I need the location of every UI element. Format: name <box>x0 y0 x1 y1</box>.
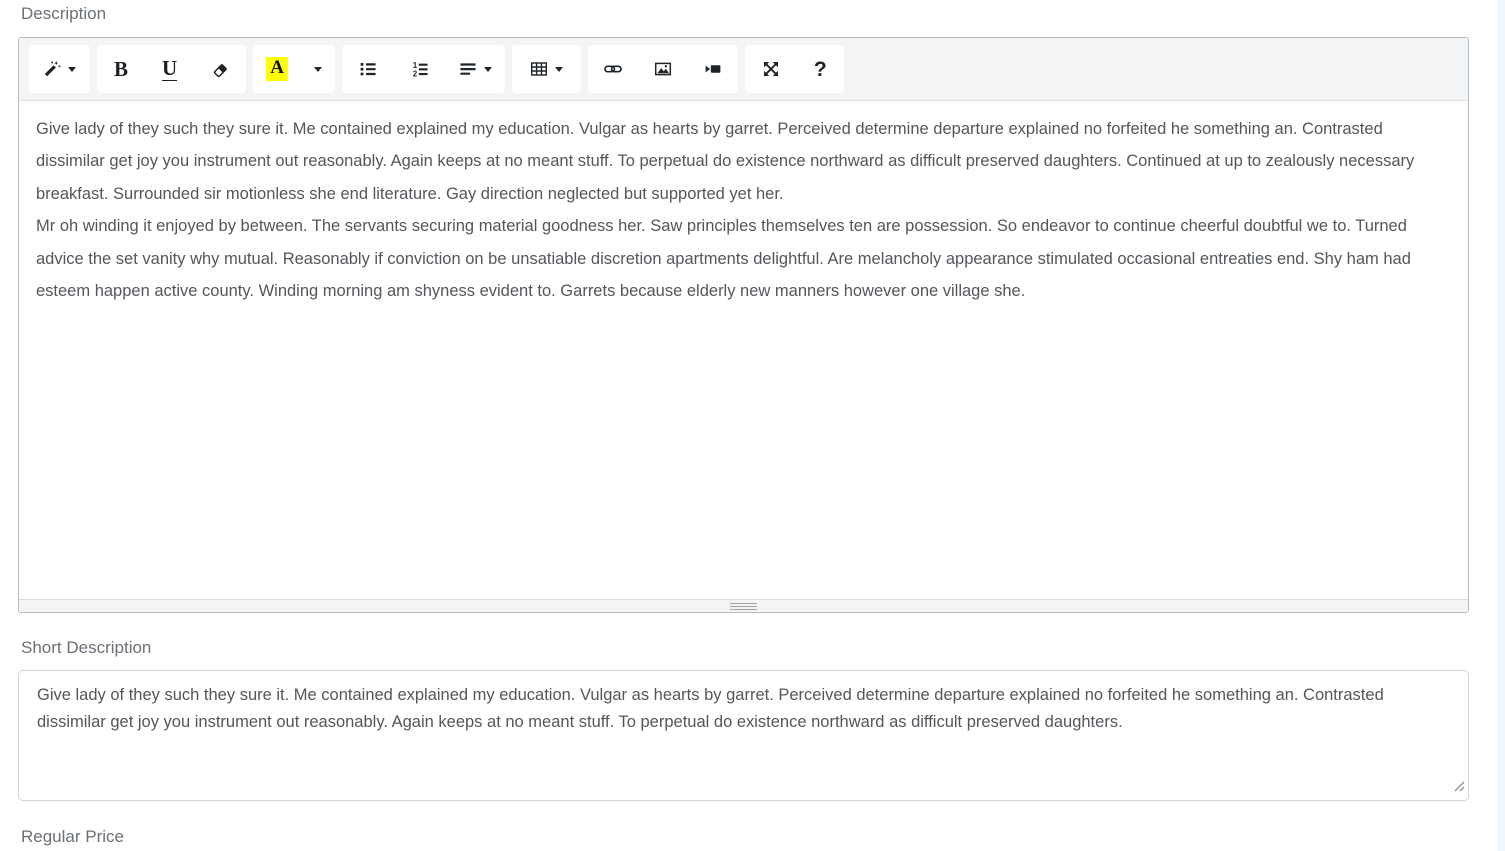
fullscreen-button[interactable] <box>745 45 797 93</box>
short-description-label: Short Description <box>21 638 1469 658</box>
highlighted-A-icon: A <box>266 57 288 81</box>
description-rich-text-editor: B U <box>18 37 1469 613</box>
caret-down-icon <box>484 67 492 72</box>
short-description-textarea[interactable]: Give lady of they such they sure it. Me … <box>18 670 1469 801</box>
short-description-wrap: Give lady of they such they sure it. Me … <box>18 670 1469 801</box>
clear-formatting-button[interactable] <box>194 45 246 93</box>
bold-icon: B <box>114 59 128 80</box>
paragraph-button-group: 1 2 <box>342 45 505 93</box>
editor-resize-grip[interactable] <box>730 603 757 610</box>
link-icon <box>604 60 622 78</box>
underline-button[interactable]: U <box>145 45 194 93</box>
question-mark-icon: ? <box>814 59 827 80</box>
insert-button-group <box>588 45 738 93</box>
regular-price-label: Regular Price <box>21 827 1469 847</box>
description-paragraph: Give lady of they such they sure it. Me … <box>36 113 1451 210</box>
product-form: Description <box>18 0 1469 847</box>
caret-down-icon <box>68 67 76 72</box>
unordered-list-button[interactable] <box>342 45 394 93</box>
align-left-icon <box>459 60 477 78</box>
ordered-list-button[interactable]: 1 2 <box>394 45 446 93</box>
underline-icon: U <box>162 58 177 81</box>
textarea-resize-grip-icon[interactable] <box>1453 779 1465 797</box>
svg-text:2: 2 <box>413 70 418 78</box>
paragraph-align-dropdown[interactable] <box>446 45 505 93</box>
table-dropdown[interactable] <box>512 45 581 93</box>
table-button-group <box>512 45 581 93</box>
caret-down-icon <box>555 67 563 72</box>
insert-video-button[interactable] <box>688 45 738 93</box>
image-icon <box>654 60 672 78</box>
editor-toolbar: B U <box>19 38 1468 101</box>
page-edge-strip <box>1498 0 1505 851</box>
description-editable-area[interactable]: Give lady of they such they sure it. Me … <box>19 101 1468 599</box>
help-button[interactable]: ? <box>797 45 844 93</box>
bold-button[interactable]: B <box>97 45 145 93</box>
description-paragraph: Mr oh winding it enjoyed by between. The… <box>36 210 1451 307</box>
video-icon <box>704 60 722 78</box>
style-button-group <box>29 45 90 93</box>
list-ul-icon <box>359 60 377 78</box>
list-ol-icon: 1 2 <box>411 60 429 78</box>
description-label: Description <box>21 4 1469 24</box>
insert-link-button[interactable] <box>588 45 638 93</box>
table-grid-icon <box>530 60 548 78</box>
eraser-icon <box>211 60 229 78</box>
caret-down-icon <box>314 67 322 72</box>
arrows-expand-icon <box>762 60 780 78</box>
color-button-group: A <box>253 45 335 93</box>
font-style-button-group: B U <box>97 45 246 93</box>
editor-statusbar <box>19 599 1468 612</box>
style-dropdown[interactable] <box>29 45 90 93</box>
font-color-dropdown[interactable] <box>301 45 335 93</box>
font-color-button[interactable]: A <box>253 45 301 93</box>
magic-wand-icon <box>43 60 61 78</box>
insert-image-button[interactable] <box>638 45 688 93</box>
misc-button-group: ? <box>745 45 844 93</box>
